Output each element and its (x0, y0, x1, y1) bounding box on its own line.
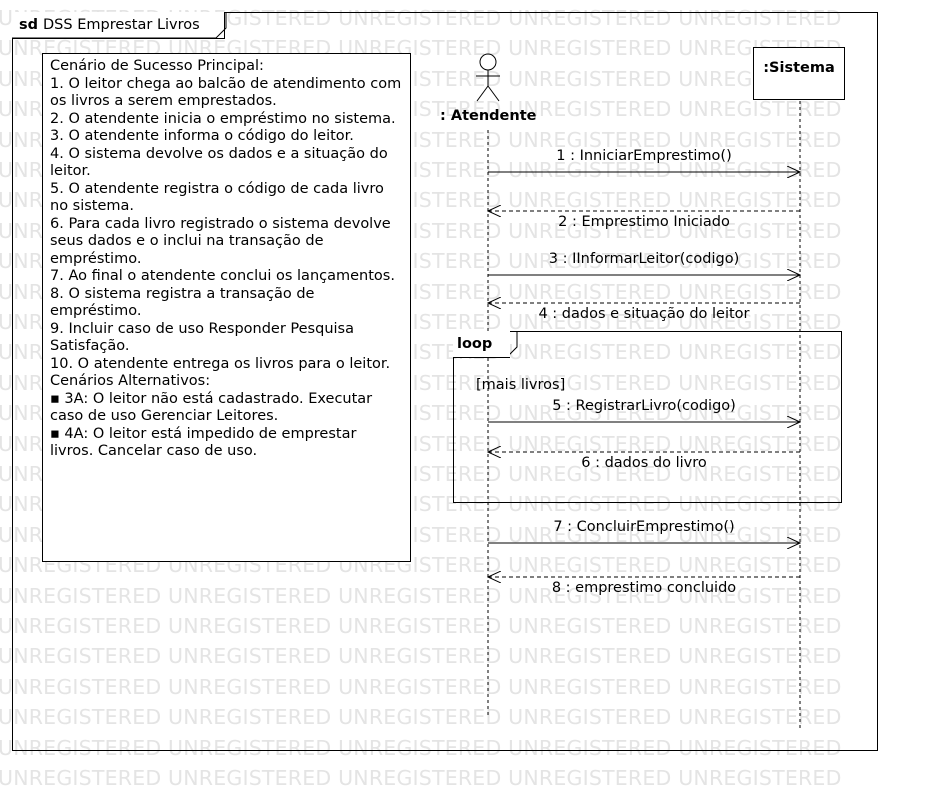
message-label: 1 : InniciarEmprestimo() (556, 148, 732, 164)
message-label: 3 : IInformarLeitor(codigo) (548, 251, 740, 267)
message-label: 6 : dados do livro (581, 455, 707, 471)
system-lifeline-head: :Sistema (753, 47, 845, 100)
loop-label: loop (453, 331, 511, 358)
actor-name: : Atendente (440, 108, 537, 124)
message-label: 5 : RegistrarLivro(codigo) (552, 398, 736, 414)
message-label: 2 : Emprestimo Iniciado (558, 214, 730, 230)
message-label: 4 : dados e situação do leitor (538, 306, 750, 322)
loop-fragment (453, 331, 842, 503)
actor-stick-figure-icon (476, 53, 500, 102)
message-label: 8 : emprestimo concluido (551, 580, 737, 596)
system-name: :Sistema (763, 60, 835, 76)
sequence-diagram: sd DSS Emprestar Livros Cenário de Sucess… (0, 0, 926, 801)
message-label: 7 : ConcluirEmprestimo() (553, 519, 735, 535)
loop-guard: [mais livros] (476, 377, 566, 393)
